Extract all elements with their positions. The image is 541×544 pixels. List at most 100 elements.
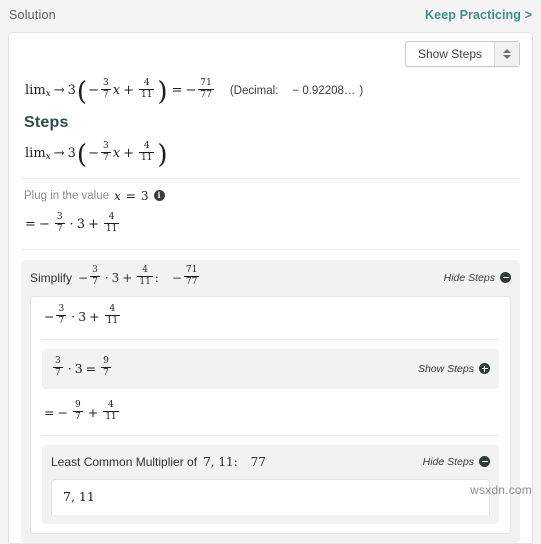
fraction-numerator: 4 <box>140 266 150 276</box>
variable-x: x <box>113 83 120 98</box>
hide-steps-toggle-lcm[interactable]: Hide Steps <box>423 456 490 468</box>
lcm-operands: 7, 11 <box>203 455 234 469</box>
fraction-numerator: 9 <box>101 357 111 367</box>
lcm-step-title: Least Common Multiplier of 7, 11 : 77 <box>51 455 266 469</box>
divider <box>42 435 499 436</box>
minus-circle-icon[interactable] <box>500 272 511 283</box>
fraction-denominator: 11 <box>105 315 120 326</box>
fraction-numerator: 3 <box>56 305 66 315</box>
simplify-label: Simplify <box>30 271 72 285</box>
plus-circle-icon[interactable] <box>479 363 490 374</box>
minus-sign: − <box>44 309 54 324</box>
equals-sign: = <box>86 361 96 376</box>
limit-operator: lim <box>25 146 46 161</box>
colon: : <box>234 455 238 469</box>
caret-up-icon[interactable] <box>503 49 511 53</box>
plus-sign: + <box>123 83 134 98</box>
show-steps-label: Show Steps <box>418 363 474 375</box>
fraction-denominator: 7 <box>90 276 100 287</box>
decimal-value: − 0.92208… <box>292 85 355 97</box>
fraction-numerator: 3 <box>101 79 111 89</box>
multiplication-dot: · <box>71 309 75 324</box>
simplify-step-title: Simplify − 3 7 · 3 + 4 11 : − 71 77 <box>30 267 201 288</box>
result-fraction: 71 77 <box>184 266 199 287</box>
limit-arrow-icon: → <box>54 83 65 98</box>
coefficient-fraction: 3 7 <box>53 357 63 378</box>
coefficient-fraction: 3 7 <box>101 142 111 163</box>
decimal-note: (Decimal: − 0.92208… ) <box>230 85 363 97</box>
fraction-numerator: 4 <box>107 213 117 223</box>
multiplication-dot: · <box>105 271 109 285</box>
intermediate-result: = − 9 7 + 4 11 <box>44 402 499 423</box>
factor-value: 3 <box>75 361 83 376</box>
simplify-step-header: Simplify − 3 7 · 3 + 4 11 : − 71 77 <box>30 267 511 288</box>
lcm-result: 77 <box>251 455 266 469</box>
minus-circle-icon[interactable] <box>479 456 490 467</box>
steps-expression-math: limx → 3 ( − 3 7 x + 4 11 ) <box>25 143 520 164</box>
factor-value: 3 <box>78 309 86 324</box>
multiplication-dot: · <box>68 361 72 376</box>
minus-sign: − <box>78 271 88 285</box>
result-sign: − <box>185 83 196 98</box>
plug-in-equals: = <box>126 189 136 203</box>
solution-card: Show Steps limx → 3 ( − 3 7 x + 4 11 ) <box>8 32 533 544</box>
keep-practicing-link[interactable]: Keep Practicing > <box>425 8 532 22</box>
fraction-numerator: 3 <box>53 357 63 367</box>
factor-value: 3 <box>77 217 85 232</box>
limit-approach-value: 3 <box>68 83 76 98</box>
caret-down-icon[interactable] <box>503 55 511 59</box>
fraction-denominator: 7 <box>53 367 63 378</box>
coefficient-fraction: 3 7 <box>101 79 111 100</box>
multiplication-dot: · <box>70 217 74 232</box>
fraction-denominator: 11 <box>139 152 154 163</box>
coefficient-fraction: 9 7 <box>73 401 83 422</box>
steps-expression: limx → 3 ( − 3 7 x + 4 11 ) <box>25 143 520 164</box>
hide-steps-label: Hide Steps <box>444 272 495 284</box>
divider <box>21 249 520 250</box>
plus-sign: + <box>88 405 98 420</box>
minus-sign: − <box>88 83 99 98</box>
multiply-fraction-substep: 3 7 · 3 = 9 7 Show Steps <box>42 349 499 389</box>
show-steps-dropdown[interactable]: Show Steps <box>405 41 520 67</box>
page-title: Solution <box>9 8 56 22</box>
plug-in-result: = − 3 7 · 3 + 4 11 <box>25 214 520 235</box>
limit-variable: x <box>46 89 51 99</box>
fraction-numerator: 3 <box>55 213 65 223</box>
fraction-numerator: 4 <box>108 305 118 315</box>
divider <box>42 339 499 340</box>
fraction-denominator: 77 <box>198 89 213 100</box>
main-equation-math: limx → 3 ( − 3 7 x + 4 11 ) = − 71 77 <box>25 80 216 101</box>
show-steps-stepper[interactable] <box>494 42 519 66</box>
constant-fraction: 4 11 <box>137 266 152 287</box>
equals-sign: = <box>25 217 36 232</box>
fraction-denominator: 7 <box>55 223 65 234</box>
limit-approach-value: 3 <box>68 146 76 161</box>
decimal-label: (Decimal: <box>230 85 279 97</box>
plug-in-value-row: Plug in the value x = 3 i <box>24 189 520 203</box>
equals-sign: = <box>172 83 183 98</box>
fraction-numerator: 4 <box>142 79 152 89</box>
lcm-step-body: 7, 11 <box>51 479 490 515</box>
plus-sign: + <box>123 146 134 161</box>
result-fraction: 9 7 <box>101 357 111 378</box>
plug-in-result-math: = − 3 7 · 3 + 4 11 <box>25 214 520 235</box>
constant-fraction: 4 11 <box>139 142 154 163</box>
show-steps-dropdown-label: Show Steps <box>406 42 494 66</box>
steps-heading: Steps <box>24 114 520 132</box>
hide-steps-toggle-simplify[interactable]: Hide Steps <box>444 272 511 284</box>
limit-arrow-icon: → <box>54 146 65 161</box>
show-steps-toggle-multiply[interactable]: Show Steps <box>418 363 490 375</box>
multiply-fraction-expression: 3 7 · 3 = 9 7 <box>51 358 113 379</box>
constant-fraction: 4 11 <box>105 305 120 326</box>
fraction-denominator: 7 <box>101 89 111 100</box>
fraction-numerator: 3 <box>101 142 111 152</box>
info-icon[interactable]: i <box>154 190 165 201</box>
minus-sign: − <box>57 405 67 420</box>
result-sign: − <box>172 271 182 285</box>
plug-in-variable: x <box>114 189 121 203</box>
constant-fraction: 4 11 <box>103 401 118 422</box>
fraction-denominator: 7 <box>56 315 66 326</box>
plus-sign: + <box>89 309 99 324</box>
constant-fraction: 4 11 <box>139 79 154 100</box>
lcm-label: Least Common Multiplier of <box>51 455 197 469</box>
